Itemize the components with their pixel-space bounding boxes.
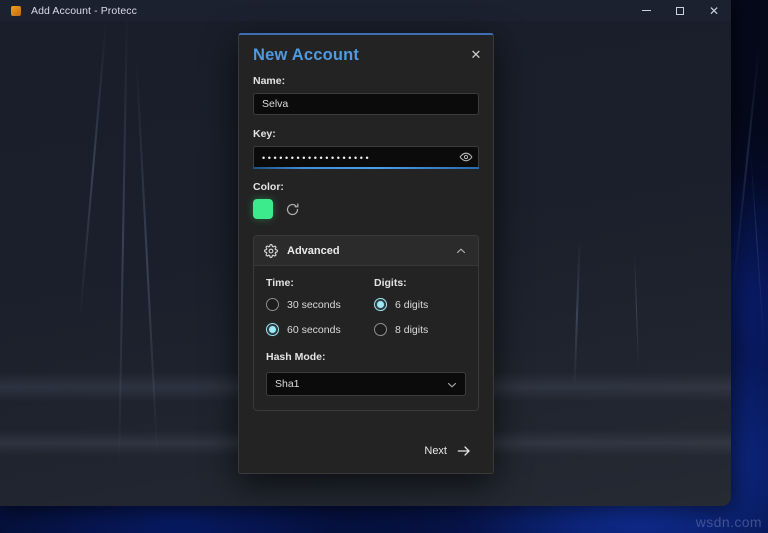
color-swatch[interactable]: [253, 199, 273, 219]
dialog-header: New Account ✕: [239, 35, 493, 65]
minimize-icon: [641, 10, 651, 11]
shield-icon: [11, 5, 21, 16]
key-label: Key:: [253, 128, 276, 140]
name-field-group: Name: Selva: [253, 75, 479, 115]
close-icon: ✕: [470, 46, 482, 62]
time-option-group: Time: 30 seconds 60 seconds: [266, 277, 358, 348]
advanced-toggle[interactable]: Advanced: [254, 236, 478, 266]
radio-indicator: [266, 298, 279, 311]
color-label: Color:: [253, 181, 284, 193]
hash-mode-select[interactable]: Sha1: [266, 372, 466, 396]
title-bar[interactable]: Add Account - Protecc ✕: [0, 0, 731, 21]
arrow-right-icon: [456, 443, 472, 459]
key-input-wrapper: •••••••••••••••••••: [253, 146, 479, 169]
radio-indicator: [374, 323, 387, 336]
wallpaper-streak: [750, 150, 765, 350]
application-window: Add Account - Protecc ✕ New Account ✕ Na…: [0, 0, 731, 506]
color-field-group: Color:: [253, 181, 479, 219]
key-field-group: Key: •••••••••••••••••••: [253, 128, 479, 169]
dialog-close-button[interactable]: ✕: [467, 45, 485, 63]
background-streak: [573, 240, 581, 390]
background-streak: [633, 250, 640, 370]
key-input[interactable]: •••••••••••••••••••: [253, 146, 479, 168]
advanced-content: Time: 30 seconds 60 seconds Digits: 6 di…: [254, 266, 478, 410]
name-input[interactable]: Selva: [253, 93, 479, 115]
refresh-icon[interactable]: [284, 201, 301, 218]
radio-indicator: [266, 323, 279, 336]
digits-option-group: Digits: 6 digits 8 digits: [358, 277, 466, 348]
wallpaper-streak: [731, 40, 761, 300]
next-button[interactable]: Next: [417, 438, 479, 464]
minimize-button[interactable]: [629, 0, 663, 21]
page-title: New Account: [253, 46, 360, 64]
hash-mode-value: Sha1: [275, 378, 300, 390]
color-row: [253, 199, 479, 219]
window-title: Add Account - Protecc: [31, 4, 137, 17]
radio-label: 60 seconds: [287, 323, 341, 336]
radio-indicator: [374, 298, 387, 311]
eye-icon[interactable]: [458, 149, 474, 165]
close-icon: ✕: [708, 3, 720, 18]
chevron-down-icon: [445, 378, 458, 391]
dialog-footer: Next: [239, 429, 493, 473]
options-columns: Time: 30 seconds 60 seconds Digits: 6 di…: [266, 277, 466, 348]
new-account-dialog: New Account ✕ Name: Selva Key: •••••••••…: [238, 33, 494, 474]
key-focus-underline: [253, 167, 479, 169]
chevron-up-icon: [454, 244, 468, 258]
maximize-icon: [676, 6, 684, 15]
window-close-button[interactable]: ✕: [697, 0, 731, 21]
radio-digits-6[interactable]: 6 digits: [374, 298, 466, 311]
watermark: wsdn.com: [695, 514, 762, 530]
window-controls: ✕: [629, 0, 731, 21]
advanced-label: Advanced: [287, 244, 340, 257]
digits-label: Digits:: [374, 277, 407, 289]
maximize-button[interactable]: [663, 0, 697, 21]
radio-time-60[interactable]: 60 seconds: [266, 323, 358, 336]
radio-digits-8[interactable]: 8 digits: [374, 323, 466, 336]
radio-label: 6 digits: [395, 298, 429, 311]
background-streak: [78, 20, 108, 320]
radio-time-30[interactable]: 30 seconds: [266, 298, 358, 311]
radio-label: 8 digits: [395, 323, 429, 336]
radio-label: 30 seconds: [287, 298, 341, 311]
background-streak: [135, 60, 158, 460]
time-label: Time:: [266, 277, 294, 289]
hash-mode-group: Hash Mode: Sha1: [266, 351, 466, 396]
advanced-panel: Advanced Time: 30 seconds 60 seconds Dig…: [253, 235, 479, 411]
hash-mode-label: Hash Mode:: [266, 351, 326, 363]
dialog-body: Name: Selva Key: ••••••••••••••••••• Col…: [239, 65, 493, 411]
next-button-label: Next: [424, 445, 447, 457]
gear-icon: [264, 243, 278, 258]
desktop-wallpaper: Add Account - Protecc ✕ New Account ✕ Na…: [0, 0, 768, 533]
background-streak: [117, 10, 128, 470]
name-label: Name:: [253, 75, 286, 87]
